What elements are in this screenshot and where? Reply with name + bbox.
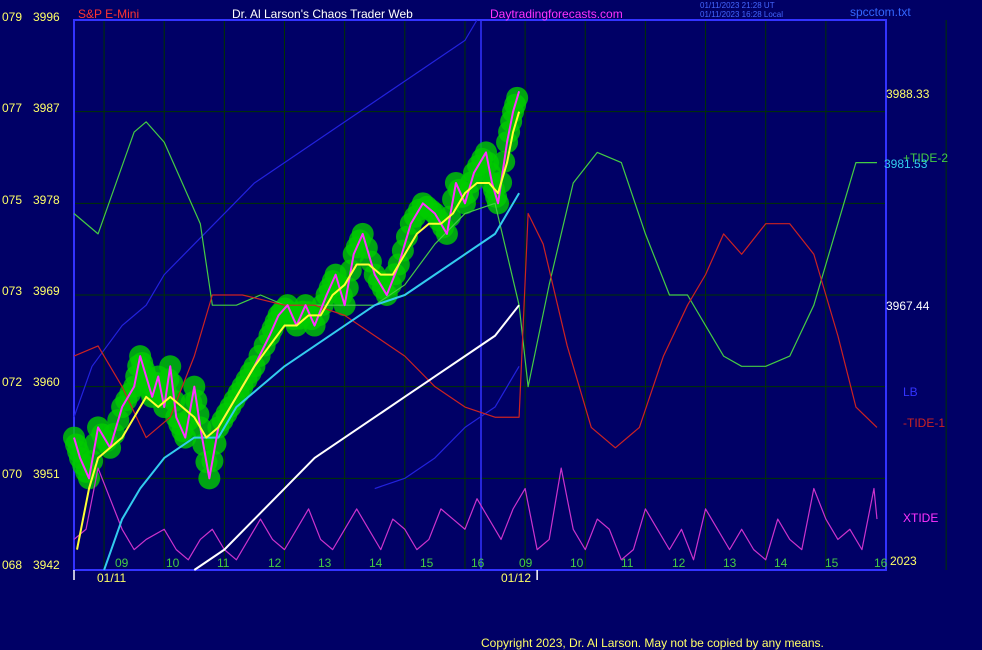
chart-svg [63,19,947,580]
y-tick-left: 068 [2,558,23,572]
y-tick-right: 3951 [33,467,60,481]
filename: spcctom.txt [850,5,911,19]
y-tick-right: 3969 [33,284,60,298]
y-tick-left: 072 [2,375,23,389]
white-line [193,304,520,571]
instrument-title: S&P E-Mini [78,7,140,21]
x-axis-ticks [73,570,538,580]
x-hour-label: 15 [420,556,434,570]
y-tick-right: 3942 [33,558,60,572]
price-high-label: 3988.33 [886,87,930,101]
x-hour-label: 11 [217,556,230,570]
y-tick-right: 3987 [33,101,60,115]
x-hour-label: 09 [519,556,533,570]
y-tick-left: 077 [2,101,23,115]
x-date-label: 01/11 [97,571,127,585]
x-hour-label: 16 [874,556,888,570]
x-hour-label: 14 [369,556,383,570]
lb-label: LB [903,385,918,399]
x-hour-label: 13 [318,556,332,570]
price-low-label: 3967.44 [886,299,930,313]
y-tick-left: 070 [2,467,23,481]
lb-line-lower [374,365,520,490]
y-tick-right: 3960 [33,375,60,389]
x-hour-label: 11 [621,556,634,570]
x-hour-label: 10 [166,556,180,570]
x-hour-label: 15 [825,556,839,570]
x-hour-label: 12 [268,556,282,570]
year-label: 2023 [890,554,917,568]
price-mid-label: 3981.53 [884,157,928,171]
y-tick-right: 3978 [33,193,60,207]
website-link[interactable]: Daytradingforecasts.com [490,7,623,21]
y-tick-right: 3996 [33,10,60,24]
author-title: Dr. Al Larson's Chaos Trader Web [232,7,413,21]
timestamp-local: 01/11/2023 16:28 Local [700,10,784,19]
energy-blobs [63,86,529,490]
x-date-label: 01/12 [501,571,532,585]
y-tick-left: 073 [2,284,23,298]
x-hour-label: 09 [115,556,129,570]
timestamp-utc: 01/11/2023 21:28 UT [700,1,775,10]
tide1-label: -TIDE-1 [903,416,945,430]
x-hour-label: 13 [723,556,737,570]
y-tick-left: 079 [2,10,23,24]
y-tick-left: 075 [2,193,23,207]
xtide-line [73,467,878,561]
x-hour-label: 10 [570,556,584,570]
price-line [73,91,521,480]
xtide-label: XTIDE [903,511,939,525]
x-hour-label: 12 [672,556,686,570]
x-hour-label: 16 [471,556,485,570]
copyright-notice: Copyright 2023, Dr. Al Larson. May not b… [481,636,824,650]
x-hour-label: 14 [774,556,788,570]
